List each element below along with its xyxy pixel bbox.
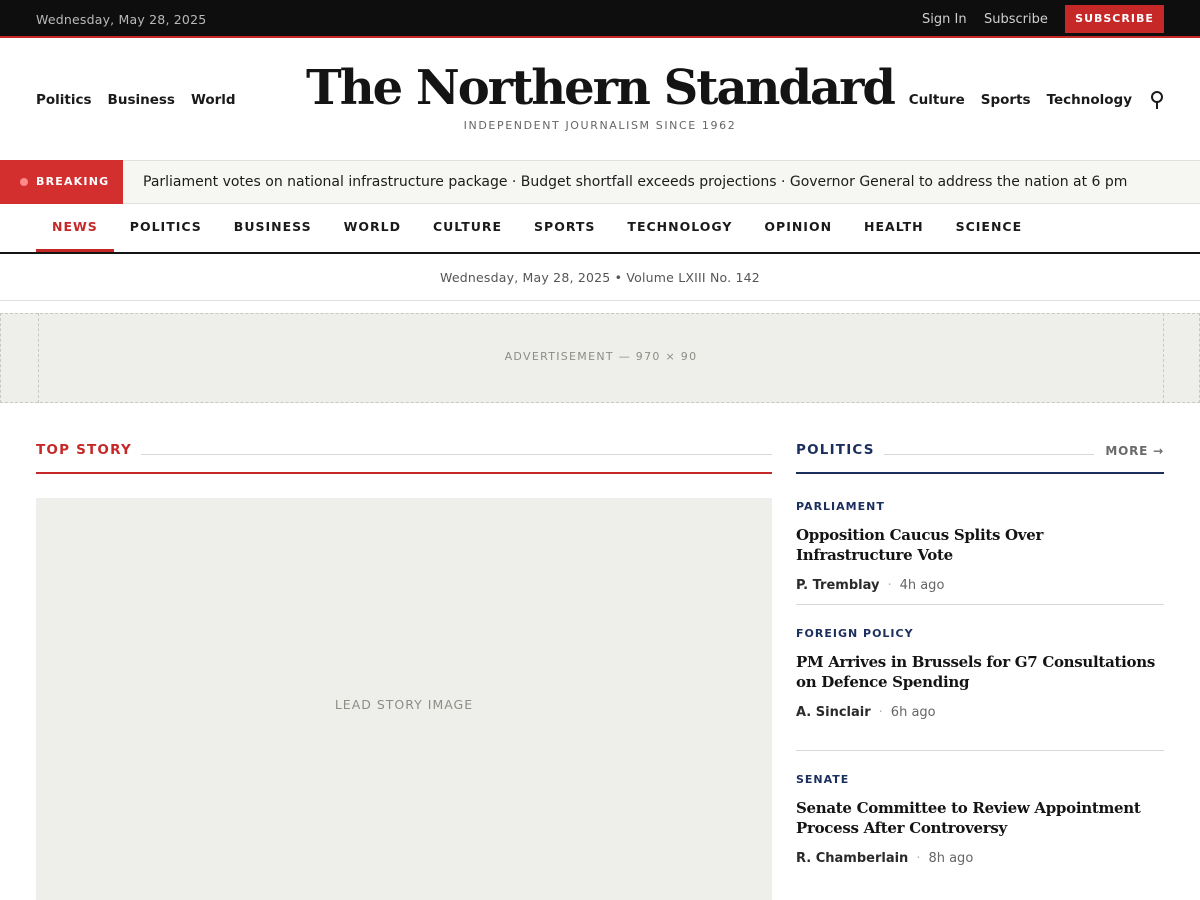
politics-more-link[interactable]: MORE → (1105, 444, 1164, 458)
masthead-right-nav: Culture Sports Technology (909, 92, 1132, 108)
article-author[interactable]: A. Sinclair (796, 705, 871, 720)
article-meta: A. Sinclair · 6h ago (796, 705, 1164, 720)
subscribe-link[interactable]: Subscribe (984, 12, 1048, 27)
top-story-label: TOP STORY (36, 442, 132, 458)
lead-story-image[interactable]: LEAD STORY IMAGE (36, 498, 772, 900)
meta-separator: · (878, 705, 883, 720)
site-tagline: INDEPENDENT JOURNALISM SINCE 1962 (463, 119, 737, 132)
top-story-header: TOP STORY (36, 440, 772, 474)
article-author[interactable]: R. Chamberlain (796, 851, 908, 866)
article-headline[interactable]: Senate Committee to Review Appointment P… (796, 799, 1164, 838)
sign-in-link[interactable]: Sign In (922, 12, 967, 27)
meta-separator: · (916, 851, 921, 866)
section-tab-politics[interactable]: POLITICS (114, 204, 218, 252)
header-rule (884, 454, 1094, 455)
article-time: 6h ago (890, 705, 936, 720)
breaking-ticker[interactable]: Parliament votes on national infrastruct… (143, 174, 1127, 190)
masthead-link-culture[interactable]: Culture (909, 92, 965, 108)
advertisement-banner[interactable]: ADVERTISEMENT — 970 × 90 (0, 313, 1200, 403)
section-tab-health[interactable]: HEALTH (848, 204, 940, 252)
article-time: 8h ago (928, 851, 974, 866)
article-kicker: FOREIGN POLICY (796, 627, 914, 640)
live-dot-icon (20, 178, 28, 186)
article-divider (796, 750, 1164, 751)
meta-separator: · (887, 578, 892, 593)
masthead: Politics Business World The Northern Sta… (0, 40, 1200, 160)
politics-article[interactable]: SENATE Senate Committee to Review Appoin… (796, 773, 1164, 866)
subscribe-button[interactable]: SUBSCRIBE (1065, 5, 1164, 33)
masthead-link-technology[interactable]: Technology (1047, 92, 1132, 108)
article-headline[interactable]: Opposition Caucus Splits Over Infrastruc… (796, 526, 1164, 565)
article-author[interactable]: P. Tremblay (796, 578, 879, 593)
top-date: Wednesday, May 28, 2025 (36, 12, 207, 27)
article-time: 4h ago (899, 578, 945, 593)
article-divider (796, 604, 1164, 605)
article-headline[interactable]: PM Arrives in Brussels for G7 Consultati… (796, 653, 1164, 692)
section-nav: NEWS POLITICS BUSINESS WORLD CULTURE SPO… (0, 204, 1200, 254)
section-tab-science[interactable]: SCIENCE (940, 204, 1039, 252)
politics-article[interactable]: PARLIAMENT Opposition Caucus Splits Over… (796, 500, 1164, 593)
dateline: Wednesday, May 28, 2025 • Volume LXIII N… (0, 254, 1200, 301)
section-tab-business[interactable]: BUSINESS (218, 204, 328, 252)
header-rule (141, 454, 772, 455)
site-logo[interactable]: The Northern Standard (0, 58, 1200, 118)
section-tab-news[interactable]: NEWS (36, 204, 114, 252)
politics-article[interactable]: FOREIGN POLICY PM Arrives in Brussels fo… (796, 627, 1164, 720)
masthead-link-sports[interactable]: Sports (981, 92, 1031, 108)
breaking-label: BREAKING (36, 175, 110, 188)
section-tab-opinion[interactable]: OPINION (748, 204, 848, 252)
breaking-news-bar: BREAKING Parliament votes on national in… (0, 160, 1200, 204)
advertisement-label: ADVERTISEMENT — 970 × 90 (38, 313, 1164, 403)
breaking-badge: BREAKING (0, 160, 123, 204)
section-tab-technology[interactable]: TECHNOLOGY (611, 204, 748, 252)
article-meta: P. Tremblay · 4h ago (796, 578, 1164, 593)
politics-label: POLITICS (796, 442, 875, 458)
article-meta: R. Chamberlain · 8h ago (796, 851, 1164, 866)
section-tab-culture[interactable]: CULTURE (417, 204, 518, 252)
section-tab-sports[interactable]: SPORTS (518, 204, 611, 252)
search-icon[interactable] (1148, 90, 1166, 110)
top-utility-bar: Wednesday, May 28, 2025 Sign In Subscrib… (0, 0, 1200, 38)
section-tab-world[interactable]: WORLD (328, 204, 417, 252)
article-kicker: PARLIAMENT (796, 500, 885, 513)
politics-header: POLITICS MORE → (796, 440, 1164, 474)
article-kicker: SENATE (796, 773, 850, 786)
